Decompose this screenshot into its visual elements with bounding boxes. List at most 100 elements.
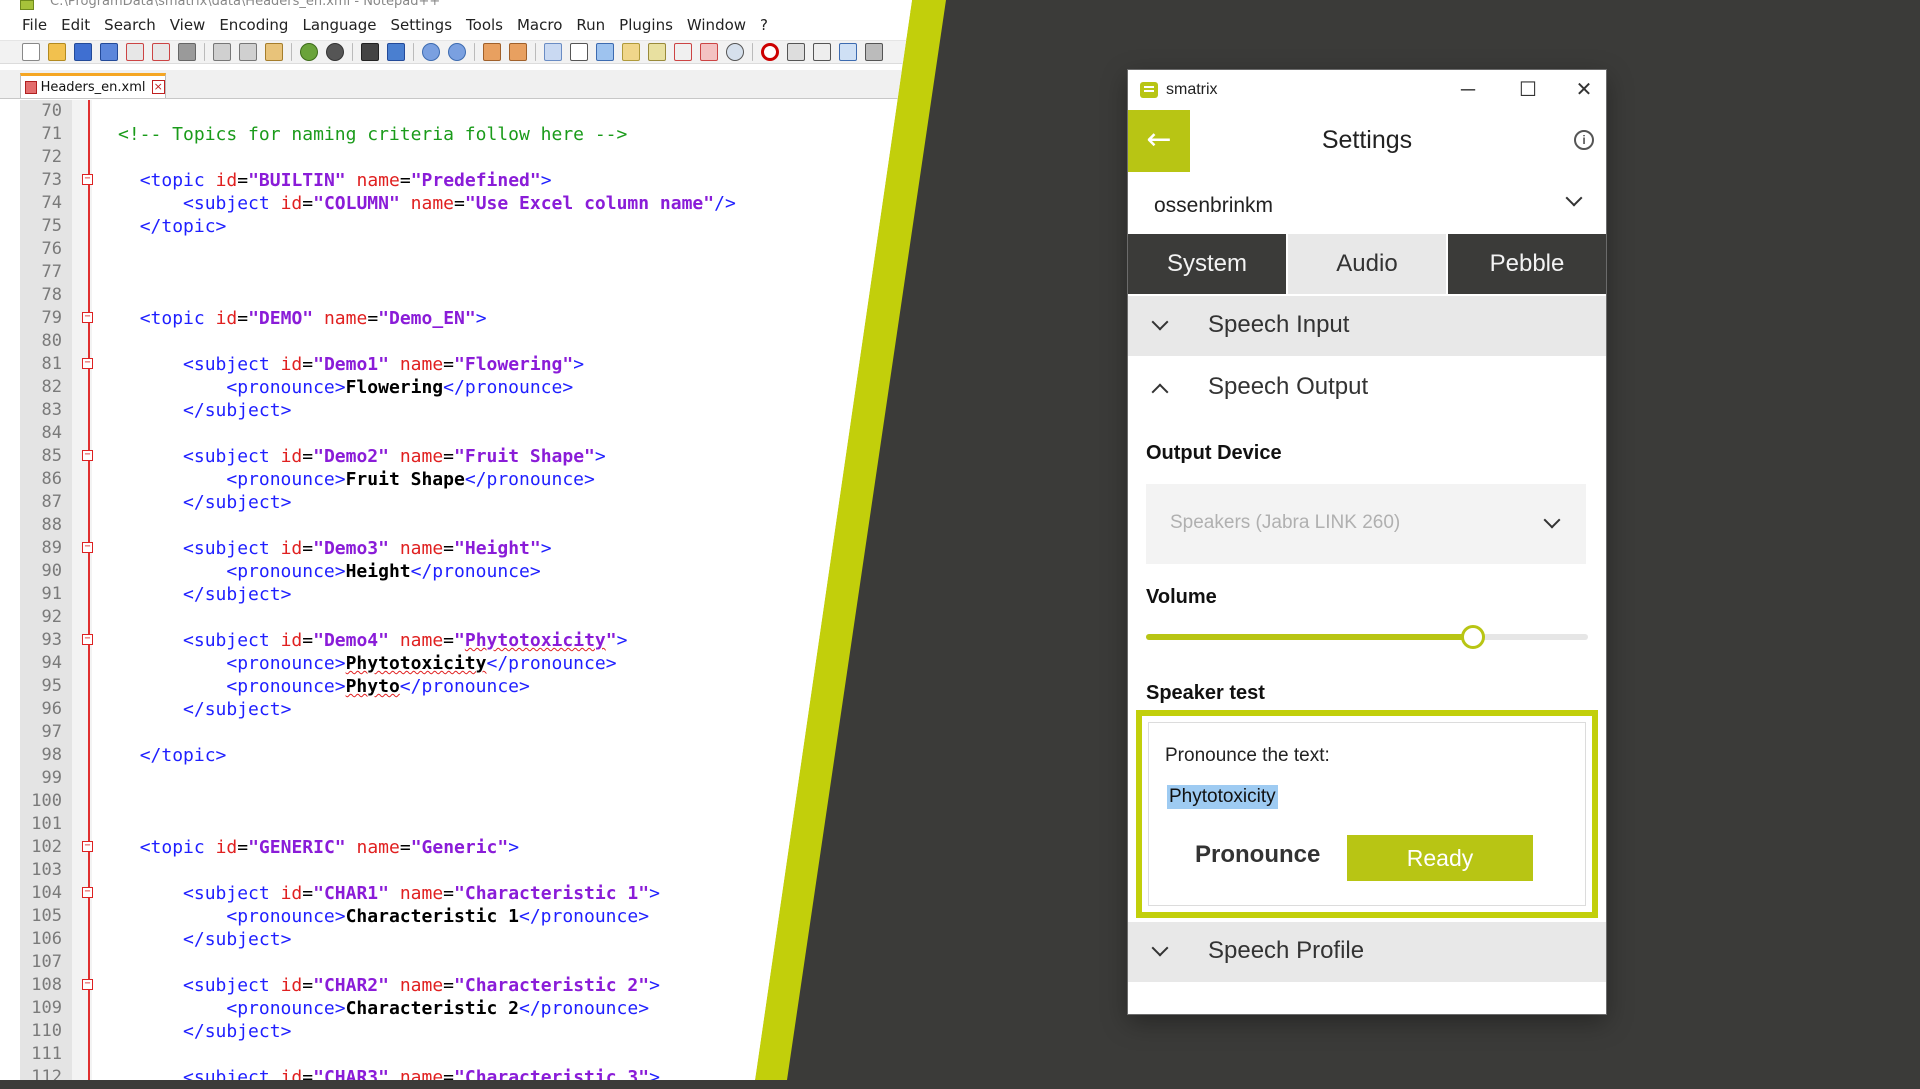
run-macro-multiple-icon[interactable]: [839, 43, 857, 61]
chat-bubble-icon: [1140, 82, 1158, 98]
code-text: <pronounce>Phytotoxicity</pronounce>: [226, 653, 617, 674]
fold-toggle[interactable]: −: [82, 312, 93, 323]
section-label: Speech Output: [1208, 373, 1369, 400]
paste-icon[interactable]: [265, 43, 283, 61]
monitoring-icon[interactable]: [726, 43, 744, 61]
volume-thumb[interactable]: [1461, 625, 1486, 649]
cut-icon[interactable]: [213, 43, 231, 61]
code-text: <subject id="COLUMN" name="Use Excel col…: [183, 193, 736, 214]
user-selector[interactable]: ossenbrinkm: [1128, 172, 1606, 234]
sync-vertical-icon[interactable]: [483, 43, 501, 61]
tab-system[interactable]: System: [1128, 234, 1286, 294]
save-macro-icon[interactable]: [865, 43, 883, 61]
info-icon[interactable]: i: [1574, 130, 1594, 150]
close-tab-icon[interactable]: ×: [151, 80, 165, 94]
function-list-icon[interactable]: [674, 43, 692, 61]
code-line: 79− <topic id="DEMO" name="Demo_EN">: [41, 308, 487, 329]
section-speech-profile[interactable]: Speech Profile: [1128, 922, 1606, 982]
section-speech-output[interactable]: Speech Output: [1128, 358, 1606, 418]
tab-audio[interactable]: Audio: [1288, 234, 1446, 294]
section-speech-input[interactable]: Speech Input: [1128, 296, 1606, 356]
maximize-button[interactable]: ☐: [1506, 76, 1550, 104]
code-text: <pronounce>Characteristic 2</pronounce>: [226, 998, 650, 1019]
ready-button[interactable]: Ready: [1347, 835, 1533, 881]
zoom-out-icon[interactable]: [448, 43, 466, 61]
code-text: <!-- Topics for naming criteria follow h…: [118, 124, 628, 145]
fold-toggle[interactable]: −: [82, 979, 93, 990]
close-file-icon[interactable]: [126, 43, 144, 61]
chevron-down-icon: [1543, 511, 1561, 529]
fold-toggle[interactable]: −: [82, 174, 93, 185]
fold-toggle[interactable]: −: [82, 358, 93, 369]
find-icon[interactable]: [361, 43, 379, 61]
save-all-icon[interactable]: [100, 43, 118, 61]
code-text: <subject id="Demo3" name="Height">: [183, 538, 552, 559]
tab-pebble[interactable]: Pebble: [1448, 234, 1606, 294]
test-phrase[interactable]: Phytotoxicity: [1167, 785, 1278, 809]
minimize-button[interactable]: ─: [1446, 76, 1490, 104]
code-text: <topic id="GENERIC" name="Generic">: [139, 837, 520, 858]
code-text: </topic>: [139, 745, 227, 766]
folder-workspace-icon[interactable]: [700, 43, 718, 61]
menu-window[interactable]: Window: [680, 16, 753, 34]
map-icon[interactable]: [648, 43, 666, 61]
play-macro-icon[interactable]: [813, 43, 831, 61]
language-icon[interactable]: [622, 43, 640, 61]
chevron-down-icon: [1151, 313, 1169, 331]
menu-edit[interactable]: Edit: [54, 16, 97, 34]
code-line: 77: [41, 262, 62, 282]
save-icon[interactable]: [74, 43, 92, 61]
copy-icon[interactable]: [239, 43, 257, 61]
zoom-in-icon[interactable]: [422, 43, 440, 61]
new-file-icon[interactable]: [22, 43, 40, 61]
fold-toggle[interactable]: −: [82, 887, 93, 898]
menu-run[interactable]: Run: [569, 16, 612, 34]
code-line: 90 <pronounce>Height</pronounce>: [41, 561, 541, 582]
tab-headers-en-xml[interactable]: Headers_en.xml ×: [20, 73, 166, 98]
record-macro-icon[interactable]: [761, 43, 779, 61]
replace-icon[interactable]: [387, 43, 405, 61]
menu-help[interactable]: ?: [753, 16, 775, 34]
volume-slider[interactable]: [1146, 625, 1588, 649]
code-line: 82 <pronounce>Flowering</pronounce>: [41, 377, 574, 398]
menu-search[interactable]: Search: [97, 16, 163, 34]
toolbar-separator: [352, 43, 353, 61]
redo-icon[interactable]: [326, 43, 344, 61]
menu-language[interactable]: Language: [295, 16, 383, 34]
sync-horizontal-icon[interactable]: [509, 43, 527, 61]
chevron-up-icon: [1151, 383, 1169, 401]
code-line: 86 <pronounce>Fruit Shape</pronounce>: [41, 469, 595, 490]
output-device-dropdown[interactable]: Speakers (Jabra LINK 260): [1146, 484, 1586, 564]
back-arrow-icon[interactable]: ←: [1128, 110, 1190, 172]
menu-macro[interactable]: Macro: [510, 16, 569, 34]
menu-plugins[interactable]: Plugins: [612, 16, 680, 34]
fold-toggle[interactable]: −: [82, 542, 93, 553]
stop-macro-icon[interactable]: [787, 43, 805, 61]
indent-guide-icon[interactable]: [596, 43, 614, 61]
close-button[interactable]: ✕: [1562, 76, 1606, 104]
menu-file[interactable]: File: [0, 16, 54, 34]
menu-encoding[interactable]: Encoding: [212, 16, 295, 34]
code-line: 89− <subject id="Demo3" name="Height">: [41, 538, 552, 559]
close-all-icon[interactable]: [152, 43, 170, 61]
code-text: <subject id="CHAR3" name="Characteristic…: [183, 1067, 660, 1088]
code-text: </subject>: [183, 1021, 292, 1042]
menu-view[interactable]: View: [163, 16, 213, 34]
fold-toggle[interactable]: −: [82, 450, 93, 461]
code-line: 101: [31, 814, 62, 834]
fold-toggle[interactable]: −: [82, 634, 93, 645]
print-icon[interactable]: [178, 43, 196, 61]
smatrix-titlebar: smatrix ─ ☐ ✕: [1128, 70, 1606, 110]
undo-icon[interactable]: [300, 43, 318, 61]
open-file-icon[interactable]: [48, 43, 66, 61]
menu-tools[interactable]: Tools: [459, 16, 510, 34]
word-wrap-icon[interactable]: [544, 43, 562, 61]
toolbar-separator: [413, 43, 414, 61]
show-all-chars-icon[interactable]: [570, 43, 588, 61]
code-line: 96 </subject>: [41, 699, 292, 720]
code-text: <subject id="CHAR2" name="Characteristic…: [183, 975, 660, 996]
fold-toggle[interactable]: −: [82, 841, 93, 852]
code-line: 92: [41, 607, 62, 627]
code-text: </subject>: [183, 400, 292, 421]
menu-settings[interactable]: Settings: [384, 16, 460, 34]
